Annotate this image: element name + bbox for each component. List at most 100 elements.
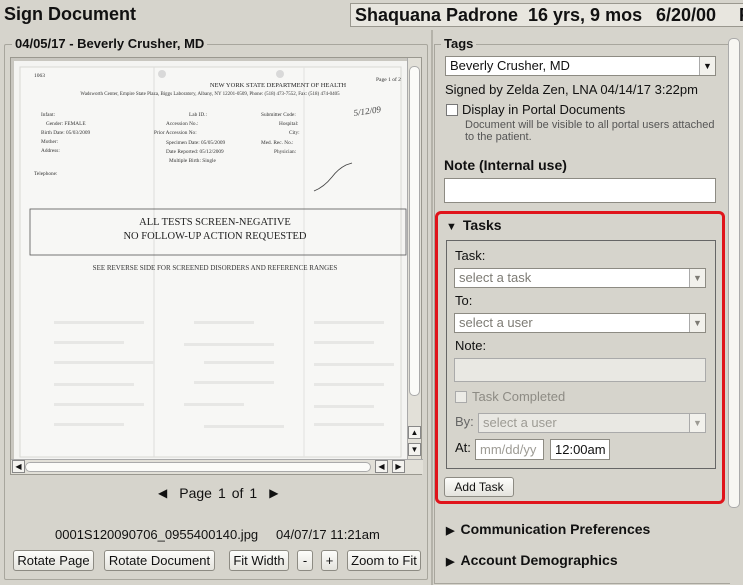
- zoom-in-button[interactable]: +: [321, 550, 338, 571]
- scanned-document-image: 1063 Page 1 of 2 NEW YORK STATE DEPARTME…: [14, 61, 407, 459]
- scan-field-mid-1: Accession No.:: [166, 121, 199, 127]
- page-word: Page: [179, 485, 212, 501]
- scan-reverse-note: SEE REVERSE SIDE FOR SCREENED DISORDERS …: [93, 264, 338, 272]
- assignee-select[interactable]: select a user ▼: [454, 313, 706, 333]
- panel-divider[interactable]: [431, 30, 433, 585]
- rotate-document-button[interactable]: Rotate Document: [104, 550, 215, 571]
- document-viewer[interactable]: 1063 Page 1 of 2 NEW YORK STATE DEPARTME…: [10, 57, 423, 475]
- collapsed-triangle-icon: ▶: [446, 525, 455, 537]
- zoom-out-button[interactable]: -: [297, 550, 313, 571]
- task-completed-checkbox[interactable]: [455, 391, 467, 403]
- task-completed-label: Task Completed: [472, 389, 566, 404]
- tasks-header-label: Tasks: [462, 217, 502, 233]
- portal-display-label: Display in Portal Documents: [462, 102, 626, 117]
- completed-by-select[interactable]: select a user ▼: [478, 413, 706, 433]
- scan-field-left-2: Birth Date: 05/03/2009: [41, 130, 90, 136]
- account-demographics-label: Account Demographics: [460, 552, 618, 568]
- assignee-select-value: select a user: [459, 315, 533, 330]
- document-filename: 0001S120090706_0955400140.jpg: [55, 527, 259, 542]
- scan-field-left-0: Infant:: [41, 111, 56, 118]
- patient-age: 16 yrs, 9 mos: [528, 5, 643, 25]
- scroll-down-icon[interactable]: ▼: [408, 443, 421, 456]
- right-panel-scrollbar[interactable]: [727, 38, 741, 582]
- patient-dob: 6/20/00: [656, 5, 717, 25]
- title-bar: Sign Document Shaquana Padrone 16 yrs, 9…: [0, 0, 743, 30]
- scan-field-right-2: City:: [289, 130, 300, 136]
- document-file-date: 04/07/17 11:21am: [276, 527, 380, 542]
- expanded-triangle-icon: ▼: [446, 221, 457, 233]
- scroll-left-end-icon[interactable]: ◀: [375, 460, 388, 473]
- scan-id: 1063: [34, 73, 45, 79]
- completed-date-field[interactable]: mm/dd/yy: [475, 439, 544, 460]
- chevron-down-icon: ▼: [689, 269, 705, 287]
- zoom-to-fit-button[interactable]: Zoom to Fit: [347, 550, 421, 571]
- patient-name: Shaquana Padrone: [355, 5, 519, 25]
- portal-display-checkbox[interactable]: [446, 104, 458, 116]
- at-label: At:: [455, 440, 471, 455]
- window-title: Sign Document: [4, 4, 137, 24]
- scan-field-mid-5: Multiple Birth: Single: [169, 158, 216, 164]
- scan-address: Wadsworth Center, Empire State Plaza, Bi…: [80, 92, 340, 97]
- portal-display-help: Document will be visible to all portal u…: [465, 119, 715, 143]
- of-word: of: [231, 485, 244, 501]
- document-legend: 04/05/17 - Beverly Crusher, MD: [12, 36, 208, 51]
- communication-preferences-header[interactable]: ▶ Communication Preferences: [446, 521, 650, 537]
- right-panel-scroll-thumb[interactable]: [728, 38, 740, 508]
- task-note-label: Note:: [455, 338, 487, 353]
- scan-department: NEW YORK STATE DEPARTMENT OF HEALTH: [210, 82, 347, 89]
- provider-select[interactable]: Beverly Crusher, MD ▼: [445, 56, 716, 76]
- task-select-value: select a task: [459, 270, 532, 285]
- document-horizontal-scrollbar[interactable]: ◀ ◀ ▶: [11, 459, 423, 474]
- scroll-left-icon[interactable]: ◀: [12, 460, 25, 473]
- patient-banner-overflow: F: [739, 5, 743, 26]
- scroll-up-icon[interactable]: ▲: [408, 426, 421, 439]
- scan-page-label: Page 1 of 2: [376, 76, 401, 83]
- add-task-button[interactable]: Add Task: [444, 477, 514, 497]
- total-pages: 1: [249, 485, 258, 501]
- chevron-down-icon: ▼: [689, 314, 705, 332]
- scroll-right-icon[interactable]: ▶: [392, 460, 405, 473]
- collapsed-triangle-icon: ▶: [446, 556, 455, 568]
- scan-field-mid-2: Prior Accession No:: [154, 130, 197, 136]
- task-select[interactable]: select a task ▼: [454, 268, 706, 288]
- completed-time-field[interactable]: 12:00am: [550, 439, 610, 460]
- next-page-icon[interactable]: ▶: [263, 486, 284, 500]
- document-horizontal-scroll-thumb[interactable]: [25, 462, 371, 472]
- fit-width-button[interactable]: Fit Width: [229, 550, 289, 571]
- completed-by-select-value: select a user: [483, 415, 557, 430]
- tags-legend: Tags: [441, 36, 477, 51]
- task-label: Task:: [455, 248, 486, 263]
- scan-field-left-1: Gender: FEMALE: [46, 121, 86, 127]
- previous-page-icon[interactable]: ◀: [152, 486, 173, 500]
- scan-field-left-4: Address:: [41, 148, 60, 154]
- scan-field-right-1: Hospital:: [279, 121, 299, 127]
- internal-note-field[interactable]: [444, 178, 716, 203]
- document-vertical-scrollbar[interactable]: ▲ ▼: [407, 58, 421, 460]
- scan-telephone: Telephone:: [34, 171, 58, 177]
- communication-preferences-label: Communication Preferences: [460, 521, 651, 537]
- scan-field-left-3: Mother:: [41, 139, 59, 145]
- patient-banner: Shaquana Padrone 16 yrs, 9 mos 6/20/00 F: [350, 3, 743, 27]
- account-demographics-header[interactable]: ▶ Account Demographics: [446, 552, 618, 568]
- chevron-down-icon: ▼: [689, 414, 705, 432]
- document-vertical-scroll-thumb[interactable]: [409, 66, 420, 396]
- scan-field-right-4: Physician:: [274, 149, 297, 155]
- provider-select-value: Beverly Crusher, MD: [450, 58, 570, 73]
- scan-result-line2: NO FOLLOW-UP ACTION REQUESTED: [123, 231, 306, 242]
- scan-field-mid-0: Lab ID.:: [189, 112, 207, 118]
- chevron-down-icon: ▼: [699, 57, 715, 75]
- scan-field-mid-3: Specimen Date: 05/05/2009: [166, 140, 225, 146]
- signed-by-text: Signed by Zelda Zen, LNA 04/14/17 3:22pm: [445, 82, 698, 97]
- note-internal-label: Note (Internal use): [444, 157, 567, 173]
- by-label: By:: [455, 414, 474, 429]
- scan-field-right-3: Med. Rec. No.:: [261, 140, 294, 146]
- rotate-page-button[interactable]: Rotate Page: [13, 550, 94, 571]
- tasks-header[interactable]: ▼ Tasks: [446, 217, 502, 233]
- to-label: To:: [455, 293, 473, 308]
- current-page: 1: [217, 485, 226, 501]
- task-note-field[interactable]: [454, 358, 706, 382]
- page-navigator: ◀ Page 1 of 1 ▶: [152, 484, 284, 502]
- scan-field-mid-4: Date Reported: 05/12/2009: [166, 149, 224, 155]
- scan-result-line1: ALL TESTS SCREEN-NEGATIVE: [139, 217, 291, 228]
- scan-field-right-0: Submitter Code:: [261, 112, 296, 118]
